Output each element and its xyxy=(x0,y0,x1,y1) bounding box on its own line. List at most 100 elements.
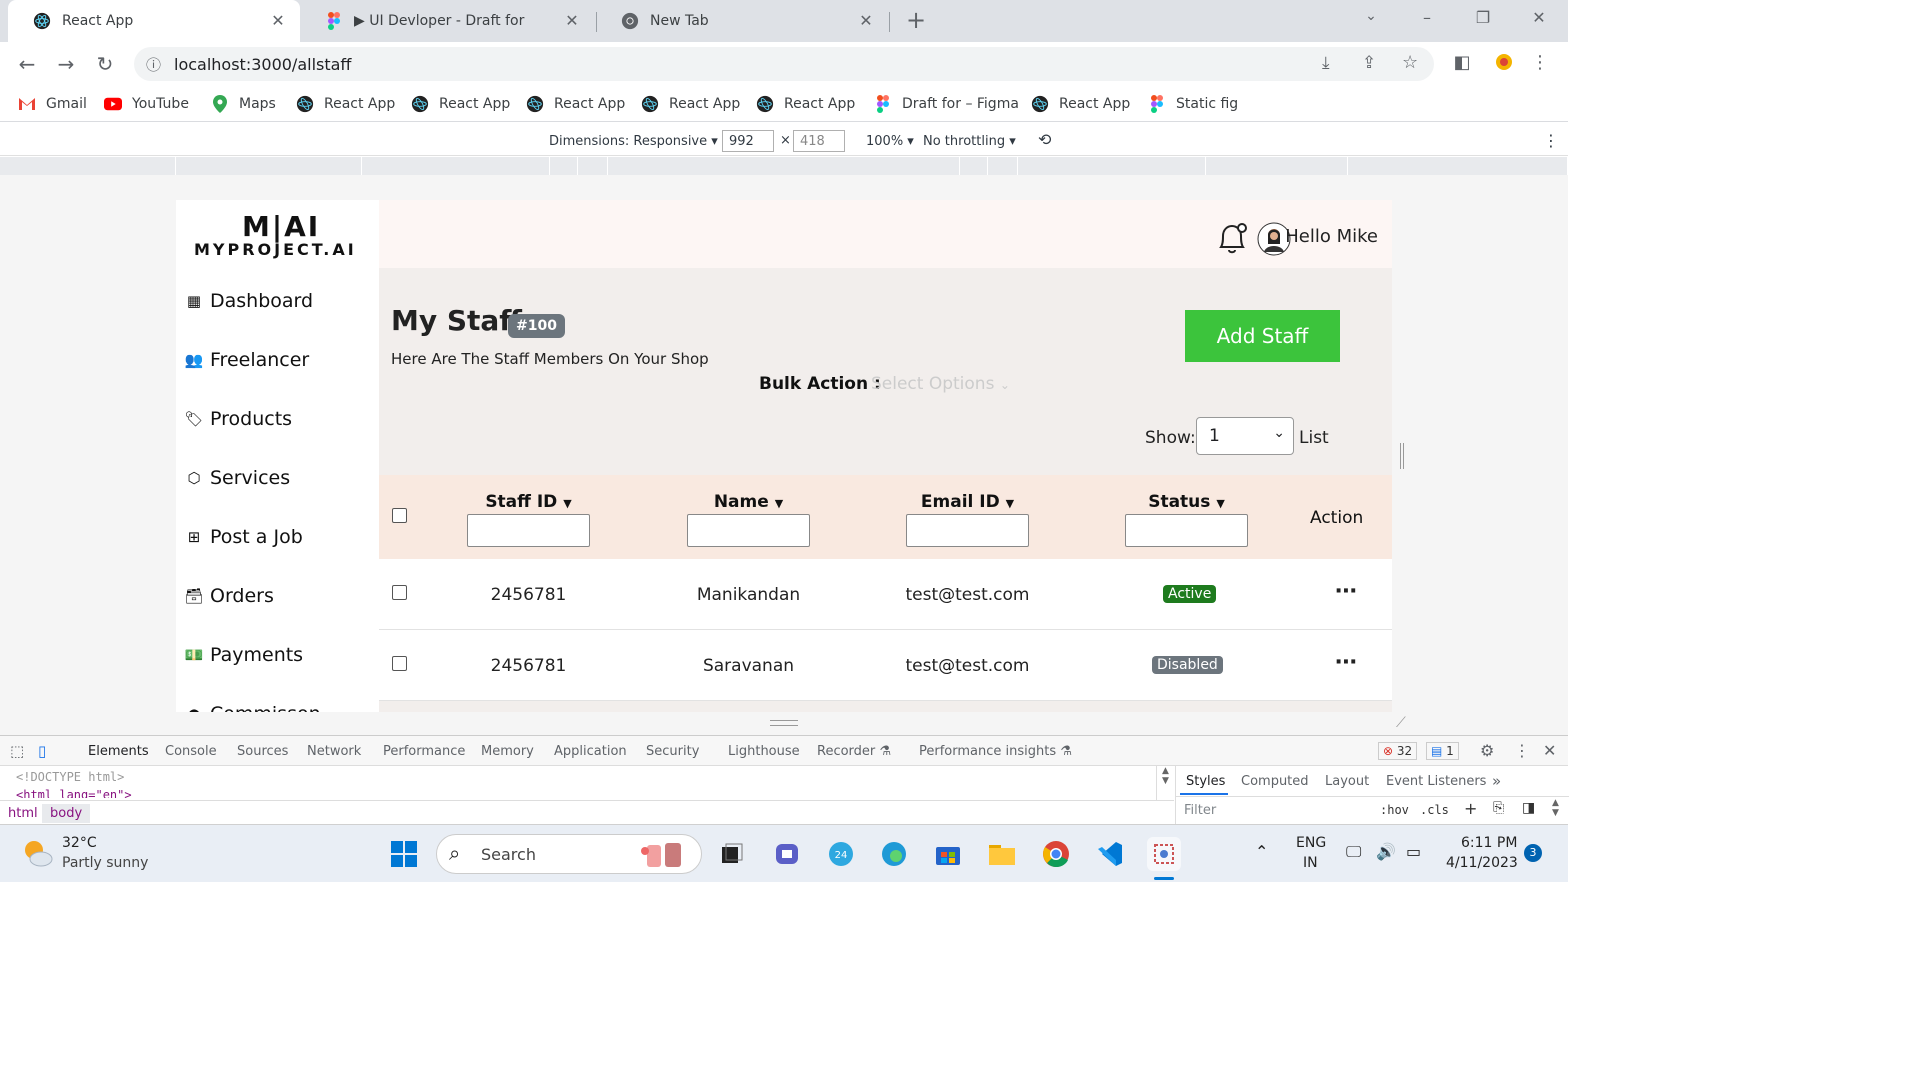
notification-badge[interactable]: 3 xyxy=(1524,844,1542,862)
media-query-ruler[interactable] xyxy=(0,157,1568,175)
task-view-icon[interactable] xyxy=(715,837,749,871)
width-input[interactable]: 992 xyxy=(722,130,774,152)
sidebar-item-freelancer[interactable]: 👥 Freelancer xyxy=(184,345,310,375)
bookmark-react-app[interactable]: React App xyxy=(756,93,855,115)
styles-filter-input[interactable]: Filter xyxy=(1184,803,1216,818)
weather-icon[interactable] xyxy=(22,838,54,872)
forward-icon[interactable]: → xyxy=(51,50,81,78)
tab-sources[interactable]: Sources xyxy=(237,744,288,759)
address-bar[interactable]: ⓘ localhost:3000/allstaff ⤓ ⇪ ☆ xyxy=(134,47,1434,81)
resize-handle-right[interactable] xyxy=(1400,443,1404,469)
windows-start-icon[interactable] xyxy=(387,837,421,871)
taskbar-search[interactable]: ⌕ Search xyxy=(436,834,702,874)
column-header-staff-id[interactable]: Staff ID ▼ xyxy=(467,492,590,512)
breadcrumb-html[interactable]: html xyxy=(8,806,38,821)
height-input[interactable]: 418 xyxy=(793,130,845,152)
rotate-icon[interactable]: ⟲ xyxy=(1038,130,1051,149)
settings-icon[interactable]: ⚙ xyxy=(1480,741,1494,760)
tab-computed[interactable]: Computed xyxy=(1241,774,1309,789)
add-staff-button[interactable]: Add Staff xyxy=(1185,310,1340,362)
resize-corner-icon[interactable]: ⟋ xyxy=(1396,715,1406,731)
row-checkbox[interactable] xyxy=(392,585,407,600)
status-filter-input[interactable] xyxy=(1125,514,1248,547)
sidebar-item-payments[interactable]: 💵 Payments xyxy=(184,640,303,670)
bookmark-react-app[interactable]: React App xyxy=(1031,93,1130,115)
teams-icon[interactable] xyxy=(770,837,804,871)
new-tab-icon[interactable]: + xyxy=(904,6,928,34)
select-all-checkbox[interactable] xyxy=(392,508,407,523)
more-actions-icon[interactable]: ⋯ xyxy=(1335,650,1357,675)
region-code[interactable]: IN xyxy=(1303,855,1318,871)
volume-icon[interactable]: 🔊 xyxy=(1376,842,1396,861)
close-window-icon[interactable]: ✕ xyxy=(1527,8,1551,27)
sidepanel-icon[interactable]: ◧ xyxy=(1450,52,1474,73)
more-options-icon[interactable]: ⋮ xyxy=(1514,741,1530,760)
tab-performance[interactable]: Performance xyxy=(383,744,465,759)
column-header-name[interactable]: Name ▼ xyxy=(687,492,810,512)
message-count[interactable]: ▤ 1 xyxy=(1426,742,1459,760)
bookmark-figma-draft[interactable]: Draft for – Figma xyxy=(874,93,1019,115)
bulk-action-select[interactable]: Select Options ⌄ xyxy=(871,374,1010,394)
sidebar-item-dashboard[interactable]: ▦ Dashboard xyxy=(184,286,313,316)
cls-toggle[interactable]: .cls xyxy=(1420,803,1449,817)
sidebar-item-commisson[interactable]: ●Commisson xyxy=(184,699,320,712)
battery-icon[interactable]: ▭ xyxy=(1406,842,1421,861)
dimensions-dropdown[interactable]: Dimensions: Responsive ▾ xyxy=(549,134,718,149)
star-icon[interactable]: ☆ xyxy=(1402,52,1418,73)
chevron-up-icon[interactable]: ⌃ xyxy=(1255,842,1268,861)
clock-time[interactable]: 6:11 PM xyxy=(1461,835,1517,851)
sidebar-toggle-icon[interactable]: ◨ xyxy=(1522,800,1535,816)
reload-icon[interactable]: ↻ xyxy=(90,50,120,78)
more-actions-icon[interactable]: ⋯ xyxy=(1335,579,1357,604)
extension-icon[interactable] xyxy=(1492,52,1516,77)
minimize-icon[interactable]: – xyxy=(1415,8,1439,27)
chrome-icon[interactable] xyxy=(1039,837,1073,871)
tab-styles[interactable]: Styles xyxy=(1186,774,1225,789)
bookmark-react-app[interactable]: React App xyxy=(641,93,740,115)
bell-icon[interactable] xyxy=(1215,220,1249,260)
device-toggle-icon[interactable]: ▯ xyxy=(38,742,46,760)
show-select[interactable]: 1 ⌄ xyxy=(1196,417,1294,455)
bookmark-maps[interactable]: Maps xyxy=(211,93,276,115)
bookmark-react-app[interactable]: React App xyxy=(526,93,625,115)
tab-console[interactable]: Console xyxy=(165,744,217,759)
tab-elements[interactable]: Elements xyxy=(88,744,149,759)
close-icon[interactable]: ✕ xyxy=(856,11,876,31)
tab-security[interactable]: Security xyxy=(646,744,699,759)
table-row[interactable]: 2456781 Saravanan test@test.com Disabled… xyxy=(379,630,1392,701)
staff-id-filter-input[interactable] xyxy=(467,514,590,547)
zoom-dropdown[interactable]: 100% ▾ xyxy=(866,134,914,149)
close-devtools-icon[interactable]: ✕ xyxy=(1543,741,1556,760)
sidebar-item-services[interactable]: ⬡ Services xyxy=(184,463,290,493)
sidebar-item-post-a-job[interactable]: ⊞ Post a Job xyxy=(184,522,303,552)
inspect-icon[interactable]: ⬚ xyxy=(10,742,24,760)
breadcrumb-body[interactable]: body xyxy=(42,804,91,823)
store-icon[interactable] xyxy=(931,837,965,871)
doctype-line[interactable]: <!DOCTYPE html> xyxy=(16,770,124,784)
share-icon[interactable]: ⇪ xyxy=(1362,53,1376,73)
column-header-status[interactable]: Status ▼ xyxy=(1125,492,1248,512)
scrollbar[interactable]: ▲ ▼ xyxy=(1552,798,1559,818)
chevron-down-icon[interactable]: ⌄ xyxy=(1359,8,1383,24)
table-row[interactable]: 2456781 Manikandan test@test.com Active … xyxy=(379,559,1392,630)
vscode-icon[interactable] xyxy=(1093,837,1127,871)
language-code[interactable]: ENG xyxy=(1296,835,1326,851)
tab-new-tab[interactable]: New Tab ✕ xyxy=(596,0,888,42)
calendar-app-icon[interactable]: 24 xyxy=(824,837,858,871)
tab-memory[interactable]: Memory xyxy=(481,744,534,759)
snipping-tool-icon[interactable] xyxy=(1147,837,1181,871)
tab-figma-draft[interactable]: ▶ UI Devloper - Draft for ✕ xyxy=(300,0,594,42)
error-count[interactable]: ⊗ 32 xyxy=(1378,742,1418,760)
restore-icon[interactable]: ❐ xyxy=(1471,8,1495,27)
tab-layout[interactable]: Layout xyxy=(1325,774,1369,789)
close-icon[interactable]: ✕ xyxy=(268,11,288,31)
file-explorer-icon[interactable] xyxy=(985,837,1019,871)
html-line[interactable]: <html lang="en"> xyxy=(16,788,132,798)
install-icon[interactable]: ⤓ xyxy=(1322,53,1330,73)
row-checkbox[interactable] xyxy=(392,656,407,671)
bookmark-youtube[interactable]: YouTube xyxy=(104,93,189,115)
email-filter-input[interactable] xyxy=(906,514,1029,547)
sidebar-item-products[interactable]: 🏷 Products xyxy=(184,404,292,434)
bookmark-react-app[interactable]: React App xyxy=(296,93,395,115)
tab-network[interactable]: Network xyxy=(307,744,361,759)
